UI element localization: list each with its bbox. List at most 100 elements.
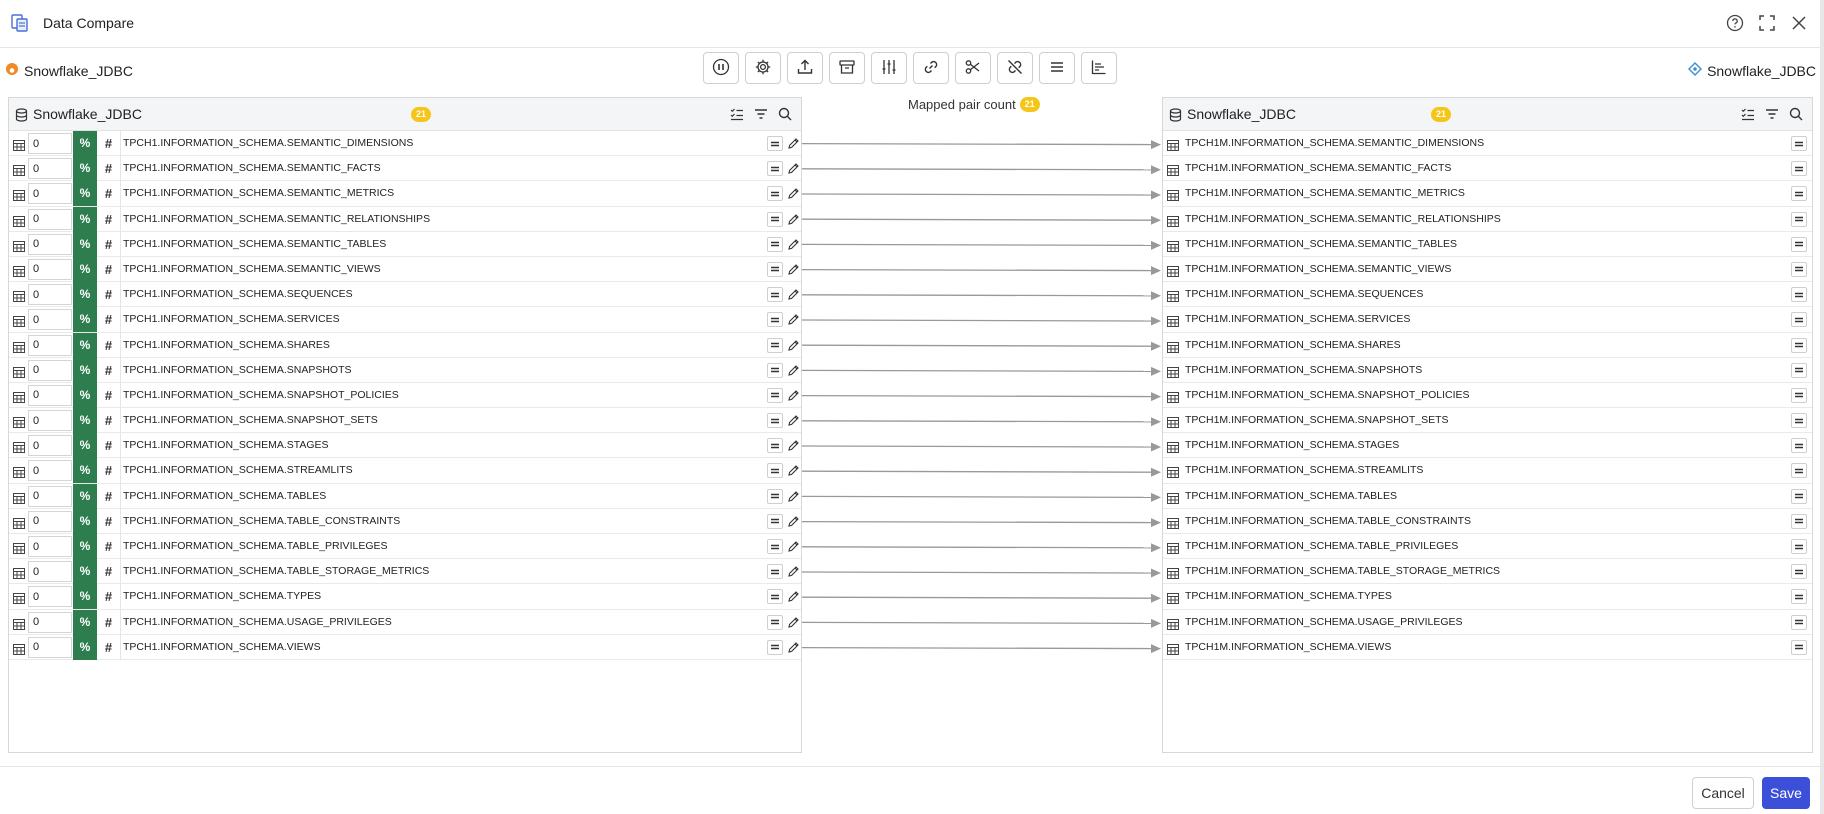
target-table-row[interactable]: TPCH1M.INFORMATION_SCHEMA.SEMANTIC_TABLE… — [1163, 232, 1812, 257]
row-menu-icon[interactable] — [767, 639, 783, 655]
percent-toggle[interactable]: % — [73, 634, 97, 660]
hash-toggle[interactable]: # — [97, 156, 121, 182]
hash-toggle[interactable]: # — [97, 559, 121, 585]
hash-toggle[interactable]: # — [97, 231, 121, 257]
row-menu-icon[interactable] — [767, 136, 783, 151]
source-table-row[interactable]: %#TPCH1.INFORMATION_SCHEMA.USAGE_PRIVILE… — [9, 609, 801, 635]
source-table-row[interactable]: %#TPCH1.INFORMATION_SCHEMA.TABLES — [9, 483, 801, 509]
row-menu-icon[interactable] — [1791, 539, 1807, 554]
pencil-edit-icon[interactable] — [787, 616, 800, 629]
row-menu-icon[interactable] — [1791, 337, 1807, 353]
target-table-row[interactable]: TPCH1M.INFORMATION_SCHEMA.SHARES — [1163, 333, 1812, 358]
row-menu-icon[interactable] — [1791, 639, 1807, 655]
hash-toggle[interactable]: # — [97, 357, 121, 383]
percent-toggle[interactable]: % — [73, 256, 97, 282]
row-count-input[interactable] — [28, 460, 72, 482]
checklist-icon[interactable] — [1740, 106, 1756, 122]
hash-toggle[interactable]: # — [97, 458, 121, 484]
pencil-edit-icon[interactable] — [787, 162, 800, 175]
pause-button[interactable] — [703, 52, 739, 84]
percent-toggle[interactable]: % — [73, 609, 97, 635]
source-table-row[interactable]: %#TPCH1.INFORMATION_SCHEMA.SNAPSHOT_SETS — [9, 408, 801, 434]
source-table-row[interactable]: %#TPCH1.INFORMATION_SCHEMA.SEMANTIC_DIME… — [9, 131, 801, 157]
row-count-input[interactable] — [28, 636, 72, 658]
row-menu-icon[interactable] — [767, 287, 783, 303]
archive-button[interactable] — [829, 52, 865, 84]
hash-toggle[interactable]: # — [97, 256, 121, 282]
row-menu-icon[interactable] — [1791, 438, 1807, 454]
row-menu-icon[interactable] — [1791, 589, 1807, 605]
row-count-input[interactable] — [28, 158, 72, 180]
chart-button[interactable] — [1081, 52, 1117, 84]
search-icon[interactable] — [1788, 106, 1804, 122]
row-menu-icon[interactable] — [1791, 261, 1807, 277]
source-table-row[interactable]: %#TPCH1.INFORMATION_SCHEMA.SEMANTIC_TABL… — [9, 231, 801, 257]
source-table-row[interactable]: %#TPCH1.INFORMATION_SCHEMA.SEMANTIC_RELA… — [9, 206, 801, 232]
pencil-edit-icon[interactable] — [787, 339, 800, 352]
pencil-edit-icon[interactable] — [787, 439, 800, 452]
fullscreen-icon[interactable] — [1756, 12, 1778, 34]
help-icon[interactable] — [1724, 12, 1746, 34]
checklist-icon[interactable] — [729, 106, 745, 122]
source-table-row[interactable]: %#TPCH1.INFORMATION_SCHEMA.SEQUENCES — [9, 282, 801, 308]
target-table-row[interactable]: TPCH1M.INFORMATION_SCHEMA.SNAPSHOT_POLIC… — [1163, 383, 1812, 409]
search-icon[interactable] — [777, 106, 793, 122]
percent-toggle[interactable]: % — [73, 156, 97, 182]
source-table-row[interactable]: %#TPCH1.INFORMATION_SCHEMA.VIEWS — [9, 634, 801, 660]
percent-toggle[interactable]: % — [73, 584, 97, 610]
link-button[interactable] — [913, 52, 949, 84]
hash-toggle[interactable]: # — [97, 282, 121, 308]
row-menu-icon[interactable] — [767, 161, 783, 177]
unlink-button[interactable] — [997, 52, 1033, 84]
target-table-row[interactable]: TPCH1M.INFORMATION_SCHEMA.TABLES — [1163, 484, 1812, 509]
percent-toggle[interactable]: % — [73, 231, 97, 257]
adjust-button[interactable] — [871, 52, 907, 84]
cut-button[interactable] — [955, 52, 991, 84]
row-menu-icon[interactable] — [767, 463, 783, 479]
row-count-input[interactable] — [28, 435, 72, 457]
row-count-input[interactable] — [28, 536, 72, 557]
pencil-edit-icon[interactable] — [787, 389, 800, 402]
source-table-row[interactable]: %#TPCH1.INFORMATION_SCHEMA.TABLE_PRIVILE… — [9, 534, 801, 560]
hash-toggle[interactable]: # — [97, 634, 121, 660]
percent-toggle[interactable]: % — [73, 282, 97, 308]
target-table-row[interactable]: TPCH1M.INFORMATION_SCHEMA.STREAMLITS — [1163, 458, 1812, 484]
hash-toggle[interactable]: # — [97, 408, 121, 434]
row-menu-icon[interactable] — [767, 614, 783, 630]
row-menu-icon[interactable] — [767, 387, 783, 403]
percent-toggle[interactable]: % — [73, 181, 97, 207]
row-menu-icon[interactable] — [767, 564, 783, 580]
row-menu-icon[interactable] — [1791, 387, 1807, 403]
row-menu-icon[interactable] — [767, 438, 783, 454]
row-count-input[interactable] — [28, 309, 72, 331]
source-table-row[interactable]: %#TPCH1.INFORMATION_SCHEMA.SNAPSHOTS — [9, 357, 801, 383]
row-menu-icon[interactable] — [767, 362, 783, 378]
row-count-input[interactable] — [28, 611, 72, 633]
pencil-edit-icon[interactable] — [787, 313, 800, 326]
row-menu-icon[interactable] — [1791, 211, 1807, 227]
source-table-row[interactable]: %#TPCH1.INFORMATION_SCHEMA.SERVICES — [9, 307, 801, 333]
row-menu-icon[interactable] — [767, 413, 783, 429]
source-table-row[interactable]: %#TPCH1.INFORMATION_SCHEMA.STREAMLITS — [9, 458, 801, 484]
target-table-row[interactable]: TPCH1M.INFORMATION_SCHEMA.SNAPSHOTS — [1163, 358, 1812, 383]
list-button[interactable] — [1039, 52, 1075, 84]
row-menu-icon[interactable] — [767, 488, 783, 504]
hash-toggle[interactable]: # — [97, 382, 121, 408]
pencil-edit-icon[interactable] — [787, 490, 800, 503]
row-menu-icon[interactable] — [1791, 362, 1807, 378]
pencil-edit-icon[interactable] — [787, 464, 800, 477]
target-table-row[interactable]: TPCH1M.INFORMATION_SCHEMA.TABLE_CONSTRAI… — [1163, 509, 1812, 534]
row-menu-icon[interactable] — [767, 539, 783, 554]
target-table-row[interactable]: TPCH1M.INFORMATION_SCHEMA.SEMANTIC_METRI… — [1163, 181, 1812, 207]
percent-toggle[interactable]: % — [73, 382, 97, 408]
pencil-edit-icon[interactable] — [787, 364, 800, 377]
target-table-row[interactable]: TPCH1M.INFORMATION_SCHEMA.TYPES — [1163, 584, 1812, 610]
target-table-row[interactable]: TPCH1M.INFORMATION_SCHEMA.SEQUENCES — [1163, 282, 1812, 308]
row-count-input[interactable] — [28, 133, 72, 154]
pencil-edit-icon[interactable] — [787, 263, 800, 276]
source-table-row[interactable]: %#TPCH1.INFORMATION_SCHEMA.STAGES — [9, 433, 801, 459]
row-menu-icon[interactable] — [767, 337, 783, 353]
row-count-input[interactable] — [28, 384, 72, 406]
row-count-input[interactable] — [28, 561, 72, 583]
row-menu-icon[interactable] — [767, 236, 783, 252]
